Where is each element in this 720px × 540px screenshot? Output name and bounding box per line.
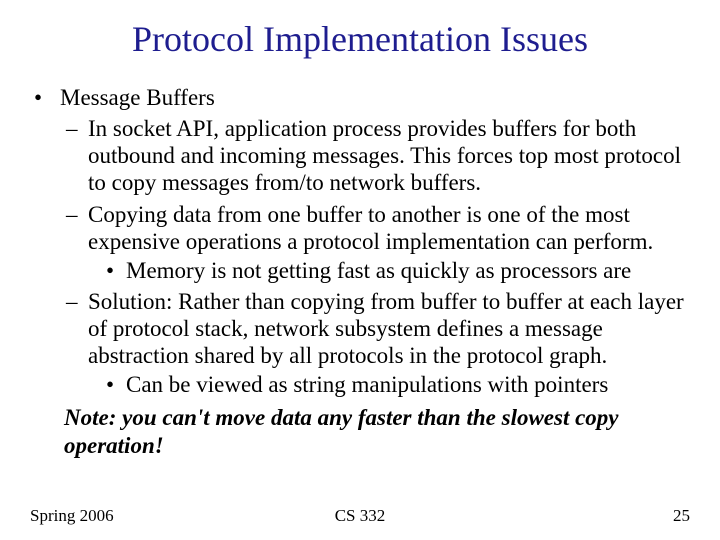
bullet-dot-icon: • — [106, 371, 126, 398]
bullet-level3: • Memory is not getting fast as quickly … — [30, 257, 690, 284]
bullet-level2: – Solution: Rather than copying from buf… — [30, 288, 690, 369]
footer-center: CS 332 — [30, 506, 690, 526]
slide-body: • Message Buffers – In socket API, appli… — [30, 80, 690, 459]
bullet-text: In socket API, application process provi… — [88, 115, 690, 196]
dash-icon: – — [66, 201, 88, 255]
bullet-text: Solution: Rather than copying from buffe… — [88, 288, 690, 369]
bullet-text: Memory is not getting fast as quickly as… — [126, 257, 690, 284]
slide-title: Protocol Implementation Issues — [0, 18, 720, 60]
bullet-level2: – Copying data from one buffer to anothe… — [30, 201, 690, 255]
bullet-level1: • Message Buffers — [30, 84, 690, 111]
bullet-level3: • Can be viewed as string manipulations … — [30, 371, 690, 398]
dash-icon: – — [66, 288, 88, 369]
bullet-text: Copying data from one buffer to another … — [88, 201, 690, 255]
bullet-level2: – In socket API, application process pro… — [30, 115, 690, 196]
bullet-text: Message Buffers — [60, 84, 690, 111]
bullet-text: Can be viewed as string manipulations wi… — [126, 371, 690, 398]
bullet-dot-icon: • — [106, 257, 126, 284]
slide: Protocol Implementation Issues • Message… — [0, 0, 720, 540]
note-text: Note: you can't move data any faster tha… — [30, 404, 690, 458]
bullet-dot-icon: • — [30, 84, 60, 111]
dash-icon: – — [66, 115, 88, 196]
footer: Spring 2006 CS 332 25 — [30, 506, 690, 526]
